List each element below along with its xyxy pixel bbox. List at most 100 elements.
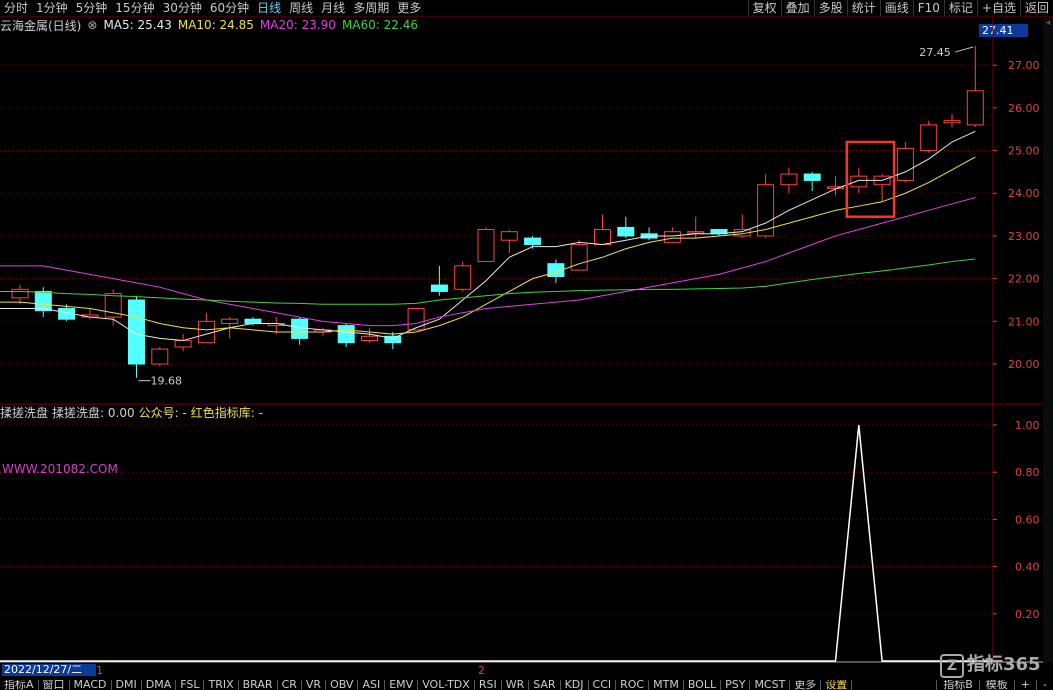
sub-indicator-name[interactable]: 揉搓洗盘 bbox=[0, 404, 48, 421]
period-tab-6[interactable]: 日线 bbox=[253, 0, 285, 16]
indicator-tab-5[interactable]: FSL bbox=[176, 680, 205, 690]
sub-indicator-gzh: 公众号: - bbox=[138, 405, 187, 420]
indicator-tab-8[interactable]: CR bbox=[278, 680, 302, 690]
candle-body bbox=[361, 335, 378, 342]
candle-body bbox=[663, 231, 681, 243]
cursor-date: 2022/12/27/二 bbox=[2, 664, 96, 676]
candle-body bbox=[221, 318, 239, 324]
indicator-tab-19[interactable]: ROC bbox=[616, 680, 650, 690]
indicator-tab-1[interactable]: 窗口 bbox=[39, 680, 70, 690]
sub-tick-label: 1.00 bbox=[1015, 419, 1040, 432]
candle-body bbox=[524, 237, 542, 245]
candle-body bbox=[943, 120, 961, 124]
indicator-tab-7[interactable]: BRAR bbox=[239, 680, 278, 690]
period-toolbar: 分时 1分钟 5分钟 15分钟 30分钟 60分钟 日线 周线 月线 多周期 更多 复权 叠加 多股 统计… bbox=[0, 0, 1053, 17]
candlestick-chart[interactable]: 27.00 26.00 25.00 24.00 23.00 22.00 21.00 20.00… bbox=[0, 17, 1053, 663]
period-tab-0[interactable]: 分时 bbox=[0, 0, 32, 16]
toolbar-button-7[interactable]: +自选 bbox=[976, 0, 1020, 16]
side-handle-icon[interactable]: ◂ bbox=[1043, 17, 1053, 29]
ma60-line bbox=[0, 258, 976, 305]
period-tab-4[interactable]: 30分钟 bbox=[159, 0, 206, 16]
candle-body bbox=[11, 288, 29, 299]
period-mark-2: 2 bbox=[478, 664, 485, 677]
candle-body bbox=[850, 175, 868, 188]
candle-body bbox=[244, 318, 262, 324]
candle-body bbox=[780, 173, 798, 186]
indicator-right-1[interactable]: 模板 bbox=[978, 680, 1014, 690]
indicator-tab-16[interactable]: SAR bbox=[529, 680, 561, 690]
candle-body bbox=[594, 229, 611, 245]
indicator-tab-13[interactable]: VOL-TDX bbox=[418, 680, 475, 690]
indicator-tab-21[interactable]: BOLL bbox=[684, 680, 722, 690]
candle-body bbox=[337, 325, 355, 344]
indicator-tab-6[interactable]: TRIX bbox=[204, 680, 239, 690]
indicator-tab-3[interactable]: DMI bbox=[112, 680, 142, 690]
low-price-label: 19.68 bbox=[151, 375, 183, 388]
toolbar-button-3[interactable]: 统计 bbox=[846, 0, 880, 16]
candle-body bbox=[966, 90, 984, 126]
indicator-tab-4[interactable]: DMA bbox=[142, 680, 177, 690]
signal-line bbox=[0, 424, 993, 662]
toolbar-button-5[interactable]: F10 bbox=[912, 0, 944, 16]
high-price-label: 27.45 bbox=[919, 46, 951, 59]
toolbar-button-1[interactable]: 叠加 bbox=[780, 0, 814, 16]
candle-body bbox=[477, 229, 495, 263]
period-tab-8[interactable]: 月线 bbox=[317, 0, 349, 16]
candle-body bbox=[151, 348, 169, 365]
period-tab-1[interactable]: 1分钟 bbox=[32, 0, 72, 16]
candle-body bbox=[128, 299, 145, 365]
logo-text: 指标365 bbox=[967, 654, 1041, 675]
indicator-tab-11[interactable]: ASI bbox=[358, 680, 386, 690]
indicator-right-3[interactable]: - bbox=[1036, 680, 1053, 690]
indicator-tab-9[interactable]: VR bbox=[302, 680, 327, 690]
indicator-right-2[interactable]: + bbox=[1013, 680, 1036, 690]
sub-tick-label: 0.80 bbox=[1015, 466, 1040, 479]
watermark-url: WWW.201082.COM bbox=[2, 462, 118, 476]
toolbar-button-4[interactable]: 画线 bbox=[879, 0, 913, 16]
toolbar-button-0[interactable]: 复权 bbox=[747, 0, 781, 16]
indicator-tab-23[interactable]: MCST bbox=[750, 680, 791, 690]
indicator-right-0[interactable]: 指标B bbox=[936, 680, 979, 690]
indicator-tab-25[interactable]: 设置 bbox=[821, 680, 853, 690]
sub-tick-label: 0.20 bbox=[1015, 608, 1040, 621]
candle-body bbox=[687, 231, 705, 234]
indicator-tab-17[interactable]: KDJ bbox=[561, 680, 589, 690]
period-tab-7[interactable]: 周线 bbox=[285, 0, 317, 16]
candle-body bbox=[500, 231, 518, 241]
indicator-tab-15[interactable]: WR bbox=[502, 680, 530, 690]
price-tick-label: 22.00 bbox=[1008, 273, 1040, 286]
high-price-arrow bbox=[955, 46, 974, 53]
candle-body bbox=[407, 308, 425, 331]
period-tab-9[interactable]: 多周期 bbox=[349, 0, 393, 16]
price-tick-label: 27.00 bbox=[1008, 59, 1040, 72]
sub-indicator-value: 揉搓洗盘: 0.00 bbox=[52, 405, 135, 420]
toolbar-button-2[interactable]: 多股 bbox=[813, 0, 847, 16]
indicator-tab-18[interactable]: CCI bbox=[589, 680, 617, 690]
candle-body bbox=[896, 147, 914, 181]
period-tab-2[interactable]: 5分钟 bbox=[72, 0, 112, 16]
indicator-tab-2[interactable]: MACD bbox=[70, 680, 112, 690]
price-tick-label: 24.00 bbox=[1008, 187, 1040, 200]
indicator-tab-20[interactable]: MTM bbox=[649, 680, 684, 690]
toolbar-button-6[interactable]: 标记 bbox=[943, 0, 977, 16]
indicator-right-buttons: 指标B 模板 + - bbox=[936, 680, 1053, 690]
indicator-tab-24[interactable]: 更多 bbox=[790, 680, 822, 690]
sub-tick-label: 0.60 bbox=[1015, 513, 1040, 526]
right-side-panel[interactable]: ◂ bbox=[1043, 17, 1053, 663]
indicator-tab-14[interactable]: RSI bbox=[475, 680, 502, 690]
indicator-tabs: 指标A 窗口 MACD DMI DMA FSL TRIX BRAR CR VR OBV ASI EMV V… bbox=[0, 680, 853, 690]
price-tick-label: 20.00 bbox=[1008, 358, 1040, 371]
period-tab-5[interactable]: 60分钟 bbox=[206, 0, 253, 16]
logo-icon: Z bbox=[940, 654, 964, 678]
indicator-tab-10[interactable]: OBV bbox=[326, 680, 359, 690]
toolbar-right-buttons: 复权 叠加 多股 统计 画线 F10 标记 +自选 返回 bbox=[747, 0, 1053, 16]
candle-body bbox=[920, 124, 938, 152]
brand-logo: Z 指标365 bbox=[940, 650, 1041, 678]
indicator-tab-12[interactable]: EMV bbox=[385, 680, 419, 690]
indicator-tab-22[interactable]: PSY bbox=[721, 680, 751, 690]
candle-body bbox=[454, 265, 472, 290]
period-tab-3[interactable]: 15分钟 bbox=[111, 0, 158, 16]
indicator-tab-0[interactable]: 指标A bbox=[0, 680, 39, 690]
period-tab-10[interactable]: 更多 bbox=[393, 0, 425, 16]
toolbar-button-8[interactable]: 返回 bbox=[1019, 0, 1053, 16]
